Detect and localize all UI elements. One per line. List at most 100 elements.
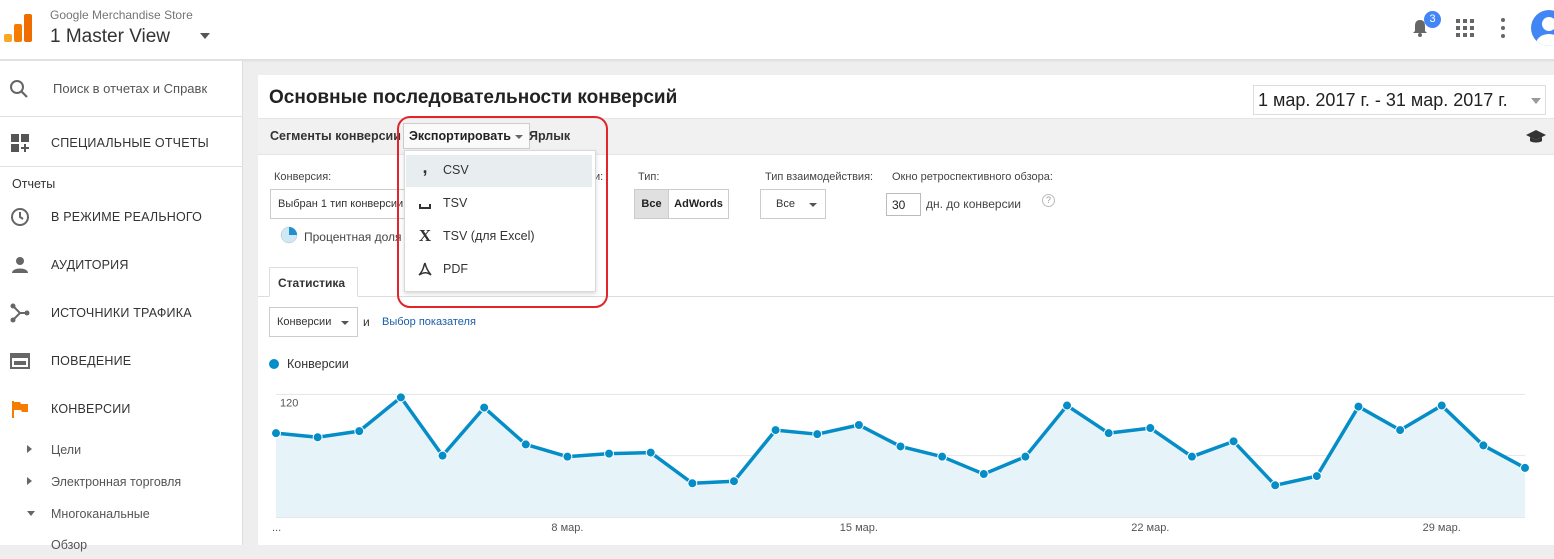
sidebar-item-acquisition[interactable]: ИСТОЧНИКИ ТРАФИКА [0, 293, 243, 333]
export-pdf-item[interactable]: PDF [406, 254, 592, 286]
sidebar-subitem-ecommerce[interactable]: Электронная торговля [0, 469, 243, 495]
comma-icon: , [422, 157, 428, 177]
data-point [562, 451, 573, 462]
sidebar-item-label: АУДИТОРИЯ [51, 258, 129, 272]
type-adwords-button[interactable]: AdWords [668, 189, 729, 219]
x-tick-label: 22 мар. [1131, 522, 1169, 534]
sidebar-subitem-label: Многоканальные [51, 507, 150, 521]
x-tick-label: 8 мар. [551, 522, 583, 534]
export-tsv-item[interactable]: TSV [406, 188, 592, 220]
metric-select[interactable]: Конверсии [269, 307, 358, 337]
sidebar-item-behavior[interactable]: ПОВЕДЕНИЕ [0, 341, 243, 381]
account-name[interactable]: Google Merchandise Store [50, 8, 193, 22]
sidebar-subitem-label: Цели [51, 443, 82, 457]
sidebar-subitem-multichannel[interactable]: Многоканальные [0, 501, 243, 527]
data-point [895, 441, 906, 452]
menu-item-label: TSV [443, 196, 468, 210]
sidebar-subitem-overview[interactable]: Обзор [0, 533, 243, 559]
type-all-button[interactable]: Все [634, 189, 669, 219]
lookback-days-input[interactable]: 30 [886, 193, 921, 216]
segments-button[interactable]: Сегменты конверсии [270, 129, 401, 143]
legend-label: Конверсии [287, 357, 349, 371]
avatar[interactable] [1531, 10, 1554, 46]
data-point [1020, 451, 1031, 462]
sidebar-item-conversions[interactable]: КОНВЕРСИИ [0, 389, 243, 429]
sidebar-subitem-label: Обзор [51, 538, 88, 552]
chevron-down-icon [809, 203, 817, 207]
sidebar-item-custom-reports[interactable]: СПЕЦИАЛЬНЫЕ ОТЧЕТЫ [0, 123, 243, 167]
data-point [1353, 401, 1364, 412]
sidebar-search[interactable]: Поиск в отчетах и Справк [0, 61, 243, 117]
report-panel: Основные последовательности конверсий 1 … [258, 75, 1554, 545]
pick-metric-link[interactable]: Выбор показателя [382, 316, 476, 328]
more-vert-icon[interactable] [1500, 18, 1506, 38]
legend-marker [269, 359, 279, 369]
sidebar-item-label: ПОВЕДЕНИЕ [51, 354, 132, 368]
date-range-value: 1 мар. 2017 г. - 31 мар. 2017 г. [1258, 90, 1508, 110]
tab-statistics[interactable]: Статистика [269, 267, 358, 297]
data-point [1228, 436, 1239, 447]
menu-item-label: PDF [443, 262, 468, 276]
export-excel-item[interactable]: X TSV (для Excel) [406, 221, 592, 253]
data-point [1186, 451, 1197, 462]
dashboard-plus-icon [11, 134, 29, 152]
data-point [1395, 425, 1406, 436]
sidebar-item-audience[interactable]: АУДИТОРИЯ [0, 245, 243, 285]
type-label: Тип: [638, 171, 660, 183]
data-point [395, 392, 406, 403]
top-bar: Google Merchandise Store 1 Master View 3 [0, 0, 1554, 60]
interaction-type-label: Тип взаимодействия: [765, 171, 874, 183]
x-tick-label: ... [272, 522, 281, 534]
export-button[interactable]: Экспортировать [403, 123, 530, 149]
chevron-right-icon [27, 477, 32, 485]
sidebar-item-label: В РЕЖИМЕ РЕАЛЬНОГО [51, 210, 203, 224]
behavior-icon [10, 353, 30, 369]
data-point [604, 448, 615, 459]
data-point [1520, 462, 1530, 473]
export-csv-item[interactable]: , CSV [406, 155, 592, 187]
pie-icon[interactable] [280, 226, 298, 244]
interaction-type-select[interactable]: Все [760, 189, 826, 219]
export-menu: , CSV TSV X TSV (для Excel) PDF [404, 150, 596, 292]
clock-icon [11, 208, 29, 226]
sidebar-item-realtime[interactable]: В РЕЖИМЕ РЕАЛЬНОГО [0, 197, 243, 237]
notification-badge[interactable]: 3 [1424, 11, 1441, 28]
data-point [1478, 440, 1489, 451]
data-point [812, 429, 823, 440]
search-input[interactable]: Поиск в отчетах и Справк [53, 81, 211, 96]
chevron-down-icon[interactable] [200, 33, 210, 39]
data-point [645, 447, 656, 458]
data-point [1145, 423, 1156, 434]
lookback-suffix: дн. до конверсии [926, 197, 1021, 211]
apps-grid-icon[interactable] [1456, 19, 1474, 37]
metric-select-value: Конверсии [277, 316, 332, 328]
conversion-select[interactable]: Выбран 1 тип конверсии [270, 189, 405, 219]
data-point [354, 426, 365, 437]
search-icon [10, 80, 28, 98]
flag-icon [12, 401, 28, 418]
sidebar-item-label: СПЕЦИАЛЬНЫЕ ОТЧЕТЫ [51, 136, 209, 150]
help-icon[interactable]: ? [1042, 194, 1055, 207]
data-point [770, 425, 781, 436]
date-range-picker[interactable]: 1 мар. 2017 г. - 31 мар. 2017 г. [1253, 85, 1546, 115]
tab-divider [258, 296, 1554, 297]
view-name[interactable]: 1 Master View [50, 26, 170, 48]
data-point [853, 419, 864, 430]
data-point [978, 469, 989, 480]
percentage-label[interactable]: Процентная доля [304, 230, 404, 244]
analytics-logo-icon[interactable] [4, 12, 34, 42]
graduation-cap-icon[interactable] [1526, 129, 1546, 145]
chevron-down-icon [341, 321, 349, 325]
data-point [271, 428, 281, 439]
sidebar-item-label: КОНВЕРСИИ [51, 402, 131, 416]
shortcut-button[interactable]: Ярлык [529, 129, 570, 143]
chevron-down-icon [27, 511, 35, 516]
lookback-label: Окно ретроспективного обзора: [892, 171, 1053, 183]
acquisition-icon [10, 303, 30, 323]
and-text: и [363, 315, 370, 329]
data-point [1436, 400, 1447, 411]
sidebar-subitem-goals[interactable]: Цели [0, 437, 243, 463]
data-point [437, 450, 448, 461]
reports-section-label: Отчеты [12, 177, 56, 191]
export-label: Экспортировать [409, 129, 511, 143]
